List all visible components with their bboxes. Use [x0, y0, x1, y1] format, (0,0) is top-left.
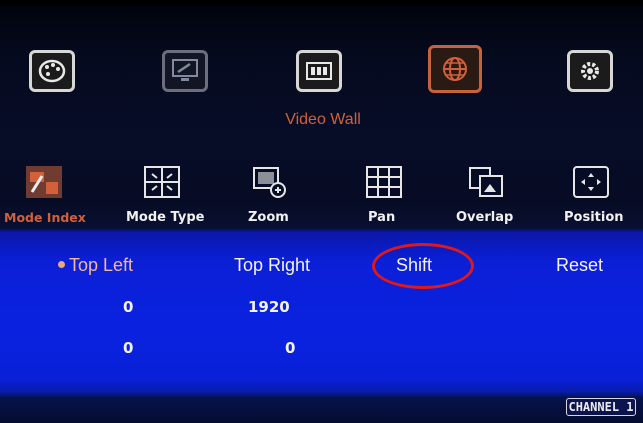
palette-icon[interactable]: [29, 50, 75, 92]
section-title: Video Wall: [285, 111, 361, 128]
value-top-right-x[interactable]: 1920: [248, 298, 290, 316]
value-top-right-y[interactable]: 0: [285, 339, 295, 357]
shift-highlight-ring: [372, 243, 474, 289]
osd-screen: Video Wall Mode Index Mode Type Zoom Pan…: [0, 0, 643, 423]
value-top-left-y[interactable]: 0: [123, 339, 133, 357]
gear-icon[interactable]: [567, 50, 613, 92]
top-border: [0, 0, 643, 6]
option-reset[interactable]: Reset: [556, 255, 603, 276]
fn-mode-index[interactable]: Mode Index: [4, 210, 86, 225]
fn-mode-type[interactable]: Mode Type: [126, 210, 204, 225]
selected-bullet: [58, 260, 65, 268]
zoom-icon[interactable]: [248, 163, 292, 201]
channel-badge: CHANNEL 1: [566, 398, 636, 416]
fn-zoom[interactable]: Zoom: [248, 210, 289, 225]
overlap-icon[interactable]: [464, 163, 508, 201]
option-top-left-label: Top Left: [69, 255, 134, 275]
fn-pan[interactable]: Pan: [368, 210, 395, 225]
pan-grid-icon[interactable]: [362, 163, 406, 201]
video-wall-icon[interactable]: [296, 50, 342, 92]
mode-index-icon[interactable]: [22, 163, 66, 201]
fn-overlap[interactable]: Overlap: [456, 210, 513, 225]
monitor-settings-icon[interactable]: [162, 50, 208, 92]
position-arrows-icon[interactable]: [569, 163, 613, 201]
globe-icon[interactable]: [428, 45, 482, 93]
mode-type-icon[interactable]: [140, 163, 184, 201]
option-top-left[interactable]: Top Left: [58, 255, 133, 276]
fn-position[interactable]: Position: [564, 210, 624, 225]
option-top-right[interactable]: Top Right: [234, 255, 310, 276]
value-top-left-x[interactable]: 0: [123, 298, 133, 316]
